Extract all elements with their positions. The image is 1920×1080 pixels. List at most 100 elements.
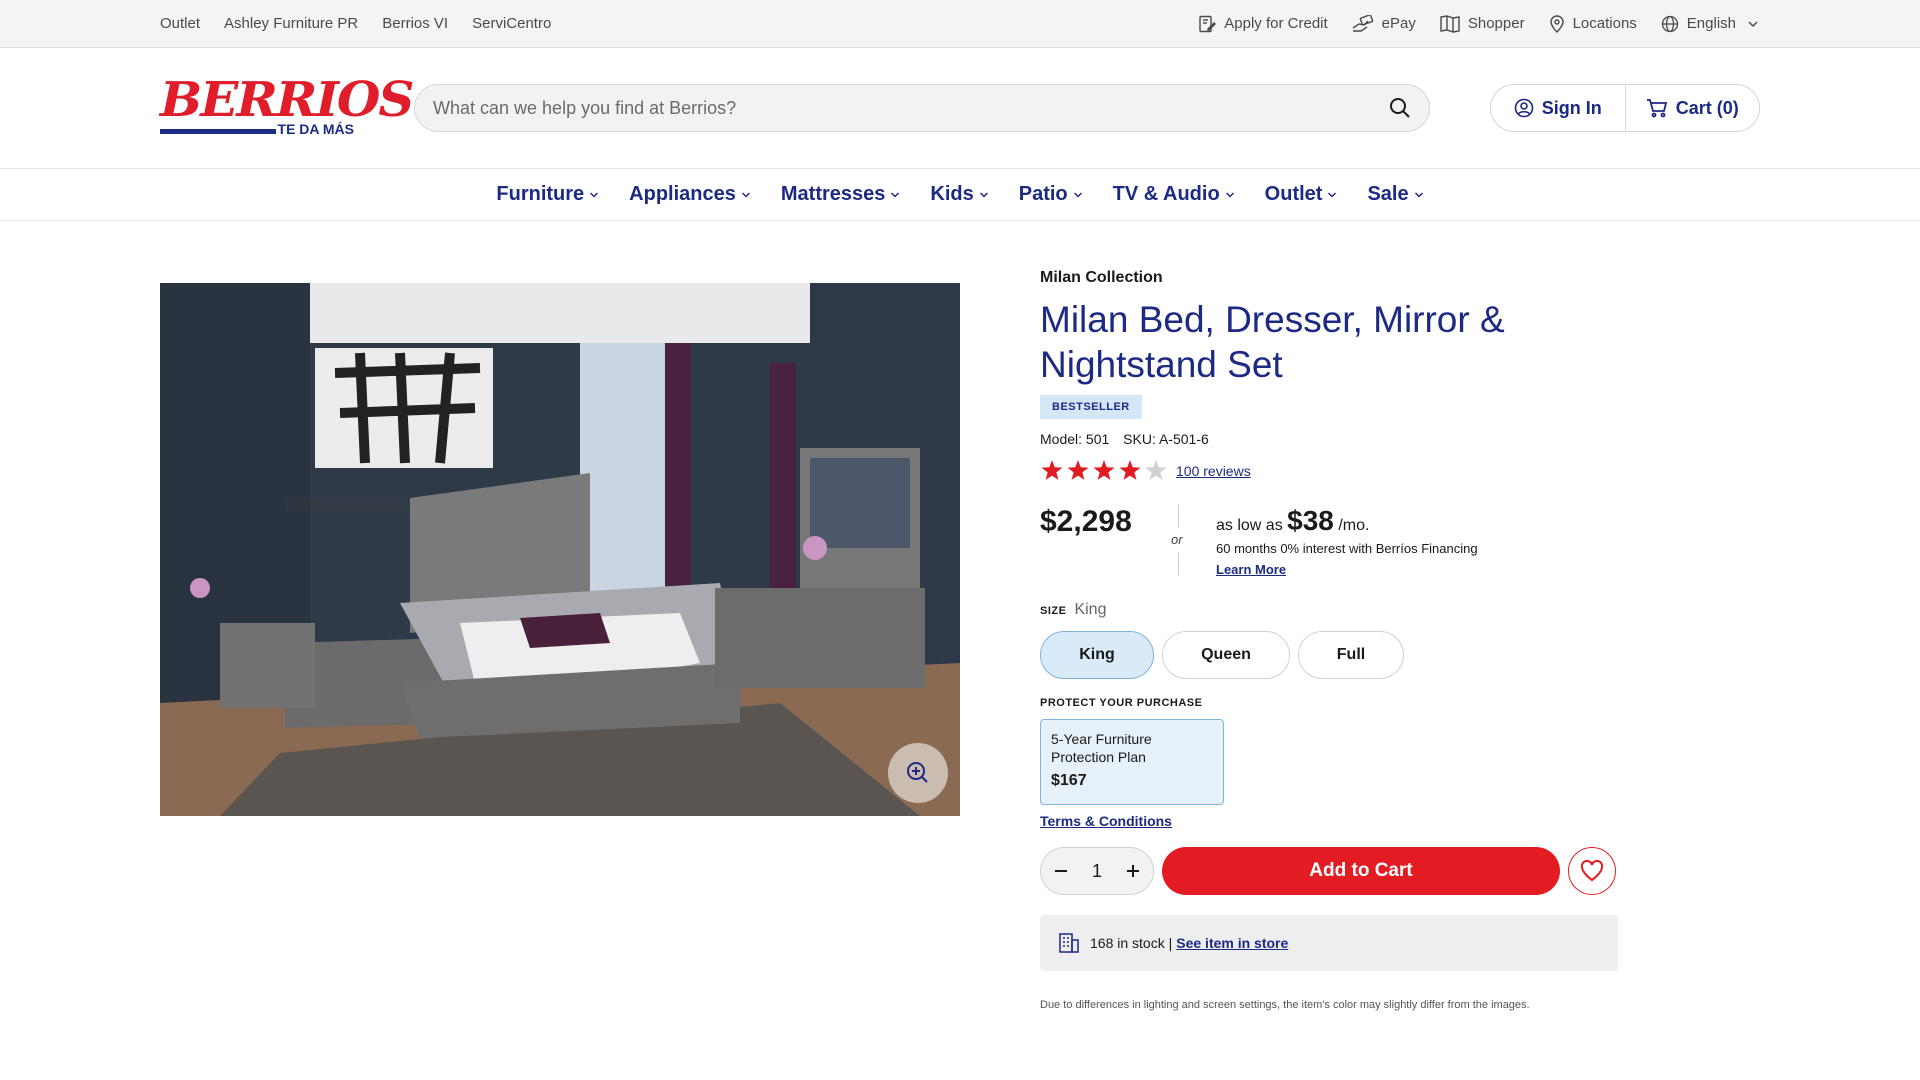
stock-info: 168 in stock | See item in store (1040, 915, 1618, 971)
star-filled-icon (1093, 460, 1115, 480)
size-option-full[interactable]: Full (1298, 631, 1404, 679)
zoom-in-icon[interactable] (888, 743, 948, 803)
quantity-value[interactable]: 1 (1092, 861, 1102, 882)
utility-link-berrios-vi[interactable]: Berrios VI (382, 15, 448, 32)
plan-price: $167 (1051, 772, 1087, 789)
nav-label: Patio (1018, 183, 1068, 205)
sku-number: SKU: A-501-6 (1123, 431, 1209, 447)
berrios-logo[interactable]: BERRIOS TE DA MÁS (160, 71, 415, 141)
add-to-cart-button[interactable]: Add to Cart (1162, 847, 1560, 895)
heart-icon (1580, 860, 1604, 882)
language-selector[interactable]: English (1661, 15, 1760, 33)
color-disclaimer: Due to differences in lighting and scree… (1040, 999, 1530, 1011)
chevron-down-icon (979, 191, 988, 198)
logo-underline (160, 129, 276, 134)
book-open-icon (1440, 14, 1460, 33)
see-in-store-link[interactable]: See item in store (1176, 935, 1288, 951)
utility-link-ashley[interactable]: Ashley Furniture PR (224, 15, 358, 32)
apply-credit-label: Apply for Credit (1224, 15, 1328, 32)
financing-prefix: as low as (1216, 517, 1283, 534)
nav-item-tv-audio[interactable]: TV & Audio (1113, 183, 1235, 206)
financing-amount: $38 (1287, 505, 1334, 536)
locations-link[interactable]: Locations (1549, 14, 1637, 33)
star-filled-icon (1041, 460, 1063, 480)
stock-count: 168 in stock | (1090, 935, 1173, 951)
chevron-down-icon (1225, 191, 1234, 198)
star-filled-icon (1067, 460, 1089, 480)
nav-item-furniture[interactable]: Furniture (496, 183, 599, 206)
locations-label: Locations (1572, 15, 1637, 32)
main-nav: Furniture Appliances Mattresses Kids Pat… (0, 169, 1920, 221)
nav-item-mattresses[interactable]: Mattresses (781, 183, 901, 206)
product-image[interactable] (160, 283, 960, 816)
nav-label: Furniture (496, 183, 585, 205)
reviews-link[interactable]: 100 reviews (1176, 463, 1251, 479)
cart-row: 1 Add to Cart (1040, 847, 1620, 895)
nav-item-patio[interactable]: Patio (1019, 183, 1083, 206)
size-heading: SIZE (1040, 605, 1067, 617)
rating-row: 100 reviews (1040, 459, 1620, 483)
search-icon[interactable] (1389, 97, 1411, 119)
map-pin-icon (1549, 14, 1564, 33)
plus-icon[interactable] (1124, 862, 1142, 880)
logo-wordmark: BERRIOS (160, 71, 415, 128)
product-title: Milan Bed, Dresser, Mirror & Nightstand … (1040, 299, 1505, 385)
epay-label: ePay (1381, 15, 1416, 32)
financing-line: as low as $38 /mo. (1216, 505, 1478, 537)
nav-label: TV & Audio (1112, 183, 1220, 205)
utility-link-servicentro[interactable]: ServiCentro (472, 15, 551, 32)
chevron-down-icon (1073, 191, 1082, 198)
chevron-down-icon (741, 191, 750, 198)
search-bar (414, 84, 1430, 132)
shopper-label: Shopper (1467, 15, 1525, 32)
size-option-queen[interactable]: Queen (1162, 631, 1290, 679)
terms-link[interactable]: Terms & Conditions (1040, 813, 1620, 829)
sign-in-label: Sign In (1541, 97, 1602, 118)
epay-link[interactable]: ePay (1352, 14, 1416, 33)
utility-bar: Outlet Ashley Furniture PR Berrios VI Se… (0, 0, 1920, 48)
cart-button[interactable]: Cart (0) (1626, 85, 1760, 131)
learn-more-link[interactable]: Learn More (1216, 562, 1478, 577)
minus-icon[interactable] (1052, 862, 1070, 880)
product-info: Milan Collection Milan Bed, Dresser, Mir… (1040, 269, 1620, 1011)
size-option-king[interactable]: King (1040, 631, 1154, 679)
wishlist-button[interactable] (1568, 847, 1616, 895)
collection-name[interactable]: Milan Collection (1040, 269, 1620, 287)
size-label: SIZE King (1040, 601, 1620, 619)
nav-item-outlet[interactable]: Outlet (1265, 183, 1338, 206)
cart-label: Cart (0) (1675, 97, 1739, 118)
globe-icon (1661, 15, 1678, 32)
chevron-down-icon (590, 191, 599, 198)
building-icon (1059, 933, 1079, 953)
price-row: $2,298 or as low as $38 /mo. 60 months 0… (1040, 501, 1620, 581)
star-empty-icon (1145, 460, 1167, 480)
protection-plan-option[interactable]: 5-Year Furniture Protection Plan $167 (1040, 719, 1224, 805)
nav-label: Outlet (1264, 183, 1323, 205)
sign-in-button[interactable]: Sign In (1491, 85, 1625, 131)
financing-terms: 60 months 0% interest with Berríos Finan… (1216, 541, 1478, 556)
bedroom-photo (160, 283, 960, 816)
plan-name: 5-Year Furniture Protection Plan (1051, 731, 1152, 765)
cart-icon (1646, 99, 1667, 118)
shopper-link[interactable]: Shopper (1440, 14, 1525, 33)
utility-actions: Apply for Credit ePay Shopper Locations … (1174, 14, 1760, 33)
chevron-down-icon (891, 191, 900, 198)
size-options: King Queen Full (1040, 631, 1620, 679)
model-sku: Model: 501 SKU: A-501-6 (1040, 431, 1620, 447)
nav-item-sale[interactable]: Sale (1367, 183, 1423, 206)
site-header: BERRIOS TE DA MÁS Sign In Cart (0) (0, 48, 1920, 169)
nav-item-appliances[interactable]: Appliances (629, 183, 751, 206)
or-text: or (1171, 532, 1183, 547)
chevron-down-icon (1328, 191, 1337, 198)
apply-credit-link[interactable]: Apply for Credit (1198, 15, 1328, 33)
nav-item-kids[interactable]: Kids (930, 183, 988, 206)
chevron-down-icon (1414, 191, 1423, 198)
financing-info: as low as $38 /mo. 60 months 0% interest… (1216, 501, 1478, 581)
language-label: English (1686, 15, 1736, 32)
utility-link-outlet[interactable]: Outlet (160, 15, 200, 32)
payment-hand-icon (1352, 14, 1373, 32)
nav-label: Sale (1367, 183, 1409, 205)
account-cart-group: Sign In Cart (0) (1490, 84, 1760, 132)
price-or-divider: or (1168, 501, 1188, 581)
search-input[interactable] (433, 97, 1389, 119)
